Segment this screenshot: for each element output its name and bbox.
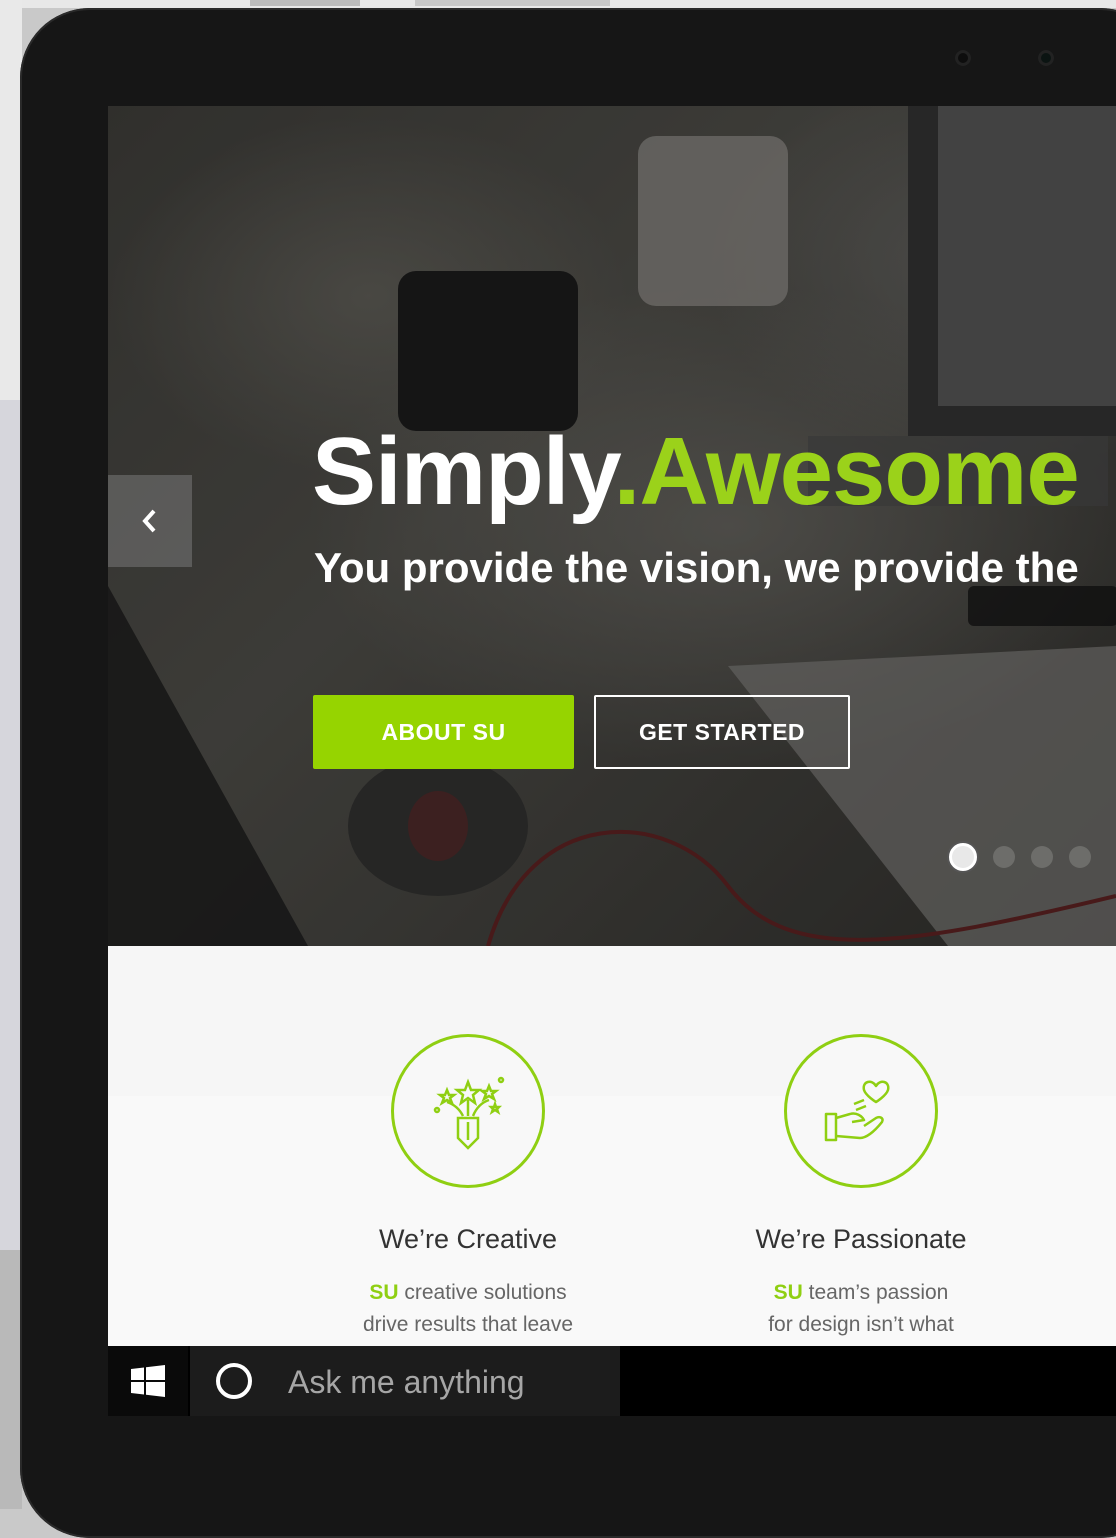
feature-text-line1: team’s passion	[802, 1281, 949, 1304]
hero-subline: You provide the vision, we provide the	[314, 544, 1079, 591]
tablet-screen: Simply.Awesome You provide the vision, w…	[108, 106, 1116, 1416]
chevron-left-icon	[142, 509, 156, 533]
feature-icon-circle	[391, 1034, 545, 1188]
brand-highlight: SU	[369, 1281, 399, 1304]
background-wall-top	[0, 0, 1116, 8]
camera-lens	[1038, 50, 1054, 66]
windows-logo-icon	[131, 1365, 165, 1397]
feature-text-line2: for design isn’t what	[768, 1313, 954, 1336]
start-button[interactable]	[108, 1346, 188, 1416]
taskbar-search-box[interactable]	[190, 1346, 620, 1416]
background-object	[250, 0, 360, 6]
get-started-button[interactable]: GET STARTED	[594, 695, 850, 769]
feature-text-line1: creative solutions	[398, 1281, 567, 1304]
headline-accent: .Awesome	[613, 418, 1080, 525]
feature-title: We’re Passionate	[755, 1224, 967, 1254]
pencil-stars-icon	[433, 1076, 505, 1150]
feature-description: SU team’s passion for design isn’t what	[681, 1277, 1041, 1341]
background-object	[415, 0, 610, 6]
slider-dot-4[interactable]	[1069, 846, 1091, 868]
hero-slider: Simply.Awesome You provide the vision, w…	[108, 106, 1116, 946]
slider-pagination	[949, 843, 1091, 871]
headline-main: Simply	[312, 418, 615, 525]
about-button[interactable]: ABOUT SU	[313, 695, 574, 769]
slider-dot-1[interactable]	[949, 843, 977, 871]
background-wall-left	[0, 0, 22, 1509]
feature-description: SU creative solutions drive results that …	[288, 1277, 648, 1341]
feature-text-line2: drive results that leave	[362, 1313, 574, 1336]
feature-creative: We’re Creative SU creative solutions driv…	[288, 1034, 648, 1341]
slider-dot-3[interactable]	[1031, 846, 1053, 868]
feature-icon-circle	[784, 1034, 938, 1188]
windows-taskbar	[108, 1346, 1116, 1416]
hero-overlay	[108, 106, 1116, 946]
feature-passionate: We’re Passionate SU team’s passion for de…	[681, 1034, 1041, 1341]
hero-headline: Simply.Awesome	[312, 424, 1080, 520]
hand-heart-icon	[824, 1080, 890, 1142]
feature-title: We’re Creative	[378, 1224, 558, 1254]
slider-prev-button[interactable]	[108, 475, 192, 567]
brand-highlight: SU	[773, 1281, 803, 1304]
cortana-icon[interactable]	[216, 1363, 252, 1399]
camera-sensor	[955, 50, 971, 66]
slider-dot-2[interactable]	[993, 846, 1015, 868]
search-input[interactable]	[286, 1358, 610, 1406]
